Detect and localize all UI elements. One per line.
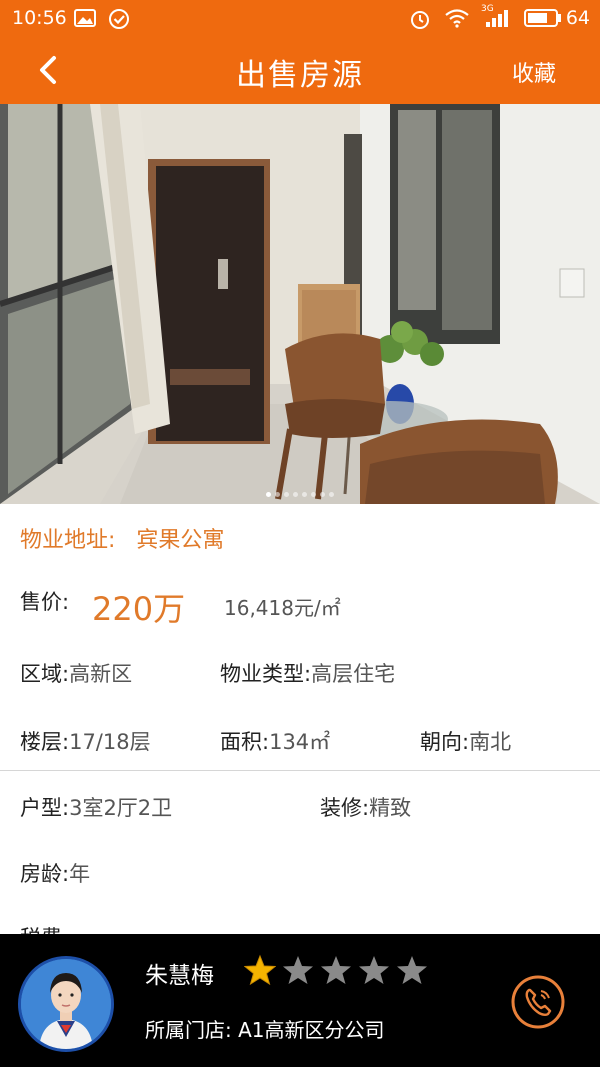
star-filled-icon <box>244 954 276 986</box>
price-value: 220万 <box>92 590 186 628</box>
address-label: 物业地址: <box>20 528 116 553</box>
gallery-dot[interactable] <box>329 492 334 497</box>
app-header: 出售房源 收藏 <box>0 36 600 104</box>
address-value: 宾果公寓 <box>136 528 225 553</box>
agent-store: 所属门店: A1高新区分公司 <box>145 1018 385 1042</box>
floor-label: 楼层: <box>20 730 70 754</box>
gallery-indicator <box>0 492 600 497</box>
property-type-row: 物业类型:高层住宅 <box>220 658 395 688</box>
wifi-icon <box>445 9 469 28</box>
section-divider <box>0 770 600 771</box>
age-label: 房龄: <box>20 862 70 886</box>
district-label: 区域: <box>20 662 70 686</box>
agent-name: 朱慧梅 <box>145 963 214 989</box>
agent-photo <box>21 959 111 1049</box>
age-value: 年 <box>69 862 91 886</box>
price-row: 售价: <box>20 586 69 616</box>
gallery-dot[interactable] <box>293 492 298 497</box>
district-value: 高新区 <box>69 662 133 686</box>
check-circle-icon <box>109 9 129 29</box>
decoration-value: 精致 <box>369 796 412 820</box>
status-bar: 10:56 3G 64 <box>0 0 600 36</box>
layout-label: 户型: <box>20 796 70 820</box>
property-type-value: 高层住宅 <box>311 662 396 686</box>
agent-rating <box>244 954 434 990</box>
room-photo-image <box>0 104 600 504</box>
phone-icon[interactable] <box>510 974 566 1030</box>
image-notification-icon <box>74 9 96 27</box>
floor-value: 17/18层 <box>69 730 151 754</box>
gallery-dot[interactable] <box>320 492 325 497</box>
address-row: 物业地址: 宾果公寓 <box>20 522 224 554</box>
price-label: 售价: <box>20 590 70 614</box>
gallery-dot[interactable] <box>266 492 271 497</box>
battery-icon <box>524 9 561 27</box>
property-photo[interactable] <box>0 104 600 504</box>
age-row: 房龄:年 <box>20 858 90 888</box>
gallery-dot[interactable] <box>284 492 289 497</box>
page-title: 出售房源 <box>236 58 364 93</box>
star-empty-icon <box>321 956 351 984</box>
avatar[interactable] <box>18 956 114 1052</box>
district-row: 区域:高新区 <box>20 658 132 688</box>
gallery-dot[interactable] <box>302 492 307 497</box>
star-empty-icon <box>397 956 427 984</box>
alarm-icon <box>411 11 429 29</box>
area-label: 面积: <box>220 730 270 754</box>
star-empty-icon <box>359 956 389 984</box>
area-row: 面积:134㎡ <box>220 726 330 756</box>
status-time: 10:56 <box>12 7 67 29</box>
area-value: 134㎡ <box>269 730 331 754</box>
signal-icon <box>486 10 508 27</box>
orientation-label: 朝向: <box>420 730 470 754</box>
decoration-row: 装修:精致 <box>320 792 411 822</box>
layout-value: 3室2厅2卫 <box>69 796 173 820</box>
orientation-row: 朝向:南北 <box>420 726 511 756</box>
orientation-value: 南北 <box>469 730 512 754</box>
gallery-dot[interactable] <box>311 492 316 497</box>
favorite-button[interactable]: 收藏 <box>512 56 556 88</box>
star-empty-icon <box>283 956 313 984</box>
floor-row: 楼层:17/18层 <box>20 726 151 756</box>
property-type-label: 物业类型: <box>220 662 312 686</box>
battery-level: 64 <box>565 7 590 29</box>
agent-bar: 朱慧梅 所属门店: A1高新区分公司 <box>0 934 600 1067</box>
decoration-label: 装修: <box>320 796 370 820</box>
unit-price: 16,418元/㎡ <box>224 596 341 620</box>
layout-row: 户型:3室2厅2卫 <box>20 792 172 822</box>
gallery-dot[interactable] <box>275 492 280 497</box>
